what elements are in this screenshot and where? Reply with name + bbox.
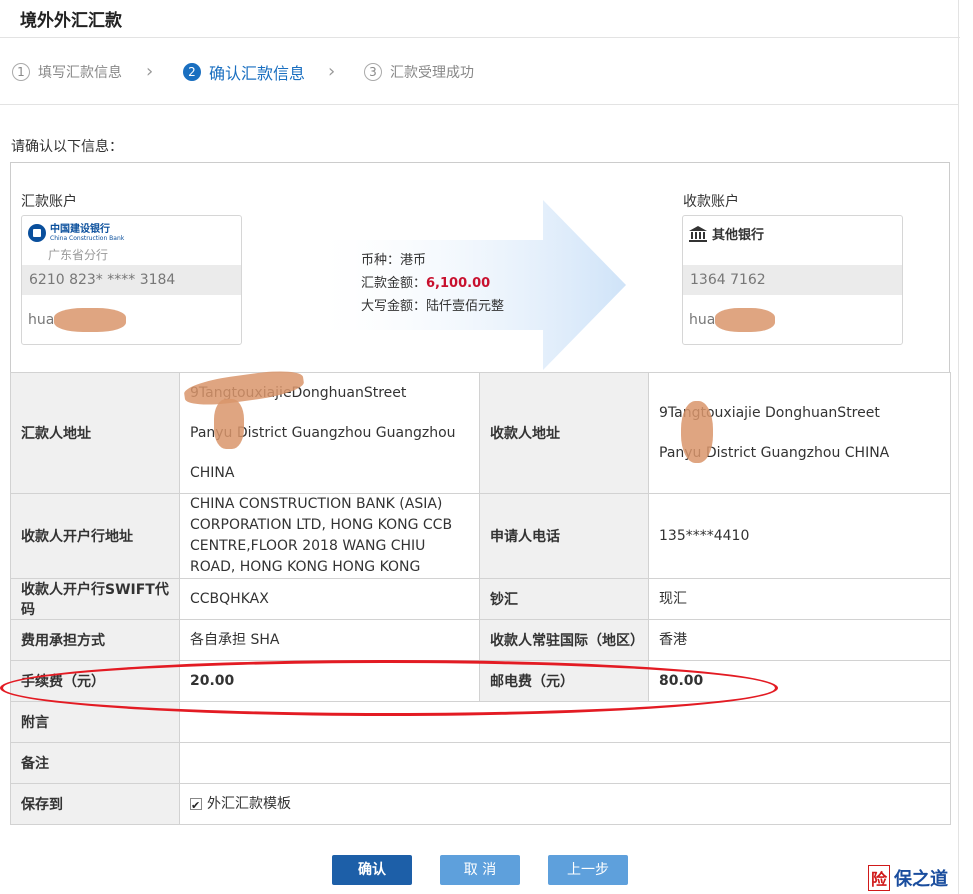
payer-bank: 中国建设银行 China Construction Bank xyxy=(28,224,124,242)
cash-type-value: 现汇 xyxy=(648,578,951,620)
confirm-prompt: 请确认以下信息： xyxy=(11,139,123,155)
watermark-seal: 险 xyxy=(868,865,891,891)
redaction-scribble xyxy=(715,308,775,332)
amount-words-value: 陆仟壹佰元整 xyxy=(426,299,505,314)
table-row: 保存到 外汇汇款模板 xyxy=(10,783,951,825)
swift-value: CCBQHKAX xyxy=(179,578,480,620)
cash-type-label: 钞汇 xyxy=(479,578,649,620)
payee-country-label: 收款人常驻国际（地区） xyxy=(479,619,649,661)
payer-section-label: 汇款账户 xyxy=(21,194,77,210)
payer-holder-name: hua xyxy=(28,312,55,328)
remark-label: 备注 xyxy=(10,742,180,784)
amount-value: 6,100.00 xyxy=(426,276,491,291)
swift-label: 收款人开户行SWIFT代码 xyxy=(10,578,180,620)
payee-bank-address-label: 收款人开户行地址 xyxy=(10,493,180,579)
step-2-number: 2 xyxy=(183,63,201,81)
step-2-label: 确认汇款信息 xyxy=(209,64,306,83)
detail-table: 汇款人地址 9TangtouxiajieDonghuanStreet Panyu… xyxy=(10,366,951,825)
currency-row: 币种：港币 xyxy=(361,253,427,268)
watermark-text: 保之道 xyxy=(894,869,949,890)
save-template-checkbox[interactable] xyxy=(190,795,202,816)
payee-address-value: 9Tangtouxiajie DonghuanStreet Panyu Dist… xyxy=(648,372,951,494)
page-title: 境外外汇汇款 xyxy=(20,11,122,31)
payee-address-label: 收款人地址 xyxy=(479,372,649,494)
redaction-scribble xyxy=(681,401,713,463)
step-3: 3 汇款受理成功 xyxy=(364,61,474,83)
remitter-address-value: 9TangtouxiajieDonghuanStreet Panyu Distr… xyxy=(179,366,480,494)
payee-country-value: 香港 xyxy=(648,619,951,661)
page-right-border xyxy=(958,0,959,894)
payee-bank-name: 其他银行 xyxy=(712,228,765,243)
payee-bank-address-value: CHINA CONSTRUCTION BANK (ASIA) CORPORATI… xyxy=(179,493,480,579)
amount-words-row: 大写金额：陆仟壹佰元整 xyxy=(361,299,505,314)
step-1-label: 填写汇款信息 xyxy=(38,65,122,81)
payer-branch: 广东省分行 xyxy=(48,248,109,262)
table-row: 汇款人地址 9TangtouxiajieDonghuanStreet Panyu… xyxy=(10,366,951,494)
payer-bank-name: 中国建设银行 xyxy=(50,224,110,235)
payee-account-card: 其他银行 1364 7162 hua xyxy=(682,215,903,345)
remitter-address-label: 汇款人地址 xyxy=(10,372,180,494)
fee-bearer-value: 各自承担 SHA xyxy=(179,619,480,661)
save-to-value: 外汇汇款模板 xyxy=(179,783,951,825)
previous-step-button[interactable]: 上一步 xyxy=(548,855,628,885)
redaction-scribble xyxy=(54,308,126,332)
confirm-button[interactable]: 确认 xyxy=(332,855,412,885)
bank-building-icon xyxy=(689,225,707,242)
payee-section-label: 收款账户 xyxy=(683,194,739,210)
applicant-phone-value: 135****4410 xyxy=(648,493,951,579)
red-annotation-ellipse xyxy=(0,660,778,716)
table-row: 收款人开户行地址 CHINA CONSTRUCTION BANK (ASIA) … xyxy=(10,493,951,579)
step-2: 2 确认汇款信息 xyxy=(183,61,305,83)
account-panel: 汇款账户 中国建设银行 China Construction Bank 广东省分… xyxy=(10,162,950,372)
applicant-phone-label: 申请人电话 xyxy=(479,493,649,579)
table-row: 费用承担方式 各自承担 SHA 收款人常驻国际（地区） 香港 xyxy=(10,619,951,661)
payee-account-number: 1364 7162 xyxy=(683,265,902,295)
ccb-logo-icon xyxy=(28,224,46,242)
payer-bank-name-en: China Construction Bank xyxy=(50,235,125,242)
title-bar: 境外外汇汇款 xyxy=(0,0,960,38)
payee-bank: 其他银行 xyxy=(689,224,764,243)
table-row: 收款人开户行SWIFT代码 CCBQHKAX 钞汇 现汇 xyxy=(10,578,951,620)
table-row: 备注 xyxy=(10,742,951,784)
chevron-right-icon: › xyxy=(328,61,336,82)
step-1-number: 1 xyxy=(12,63,30,81)
amount-row: 汇款金额：6,100.00 xyxy=(361,276,491,291)
fee-bearer-label: 费用承担方式 xyxy=(10,619,180,661)
redaction-scribble xyxy=(214,399,244,449)
step-indicator: 1 填写汇款信息 › 2 确认汇款信息 › 3 汇款受理成功 xyxy=(0,39,958,105)
step-3-number: 3 xyxy=(364,63,382,81)
save-template-option-label: 外汇汇款模板 xyxy=(207,795,291,812)
save-to-label: 保存到 xyxy=(10,783,180,825)
payee-holder-name: hua xyxy=(689,312,716,328)
transfer-summary: 币种：港币 汇款金额：6,100.00 大写金额：陆仟壹佰元整 xyxy=(361,249,504,318)
payer-account-card: 中国建设银行 China Construction Bank 广东省分行 621… xyxy=(21,215,242,345)
currency-value: 港币 xyxy=(400,253,427,268)
step-3-label: 汇款受理成功 xyxy=(390,65,474,81)
watermark: 险 保之道 xyxy=(868,865,948,891)
remark-value xyxy=(179,742,951,784)
payer-account-number: 6210 823* **** 3184 xyxy=(22,265,241,295)
cancel-button[interactable]: 取 消 xyxy=(440,855,520,885)
step-1: 1 填写汇款信息 xyxy=(12,61,122,83)
chevron-right-icon: › xyxy=(146,61,154,82)
